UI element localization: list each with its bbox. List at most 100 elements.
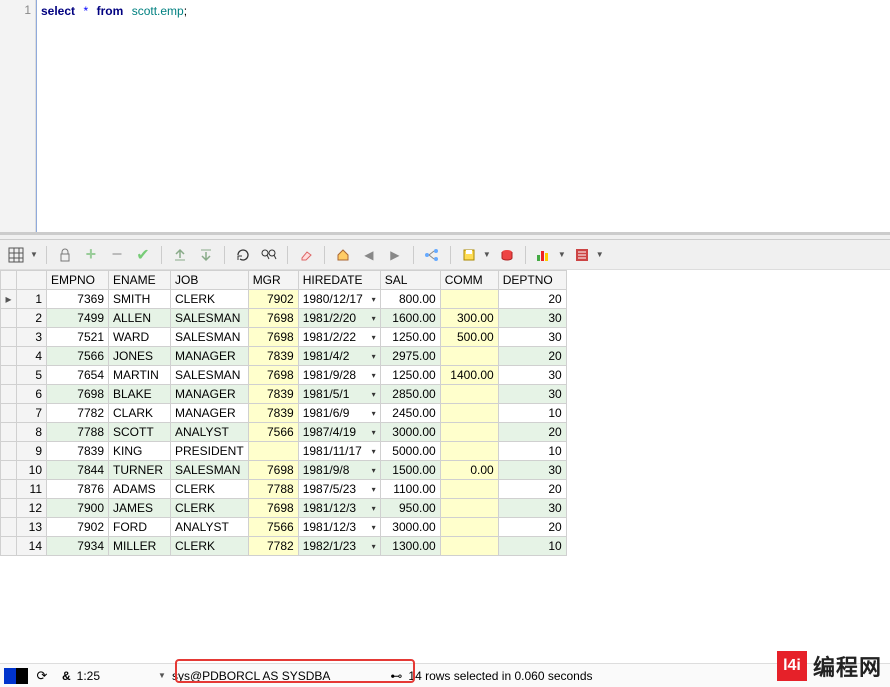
cell-mgr[interactable]	[248, 442, 298, 461]
cell-deptno[interactable]: 20	[498, 518, 566, 537]
cell-mgr[interactable]: 7782	[248, 537, 298, 556]
cell-job[interactable]: CLERK	[171, 480, 249, 499]
column-resize-handle[interactable]	[244, 271, 248, 289]
cell-job[interactable]: SALESMAN	[171, 309, 249, 328]
table-row[interactable]: 147934MILLERCLERK77821982/1/23▾1300.0010	[1, 537, 567, 556]
cell-mgr[interactable]: 7788	[248, 480, 298, 499]
cell-comm[interactable]	[440, 404, 498, 423]
row-marker[interactable]: ▸	[1, 290, 17, 309]
cell-job[interactable]: CLERK	[171, 290, 249, 309]
date-dropdown-icon[interactable]: ▾	[370, 352, 376, 361]
column-header-hiredate[interactable]: HIREDATE	[298, 271, 380, 290]
cell-comm[interactable]: 500.00	[440, 328, 498, 347]
cell-sal[interactable]: 2850.00	[380, 385, 440, 404]
cell-deptno[interactable]: 10	[498, 404, 566, 423]
arrow-left-icon[interactable]: ◀	[359, 245, 379, 265]
date-dropdown-icon[interactable]: ▾	[370, 409, 376, 418]
cell-comm[interactable]	[440, 290, 498, 309]
cell-job[interactable]: PRESIDENT	[171, 442, 249, 461]
tree-icon[interactable]	[422, 245, 442, 265]
cell-job[interactable]: MANAGER	[171, 347, 249, 366]
column-header-mgr[interactable]: MGR	[248, 271, 298, 290]
column-header-empno[interactable]: EMPNO	[47, 271, 109, 290]
table-row[interactable]: 137902FORDANALYST75661981/12/3▾3000.0020	[1, 518, 567, 537]
cell-hiredate[interactable]: 1981/5/1▾	[298, 385, 380, 404]
corner-cell[interactable]	[1, 271, 17, 290]
cell-comm[interactable]: 300.00	[440, 309, 498, 328]
dropdown-icon[interactable]: ▼	[158, 671, 166, 680]
results-grid-container[interactable]: EMPNOENAMEJOBMGRHIREDATESALCOMMDEPTNO ▸1…	[0, 270, 890, 663]
row-marker[interactable]	[1, 461, 17, 480]
table-row[interactable]: 117876ADAMSCLERK77881987/5/23▾1100.0020	[1, 480, 567, 499]
post-edits-icon[interactable]	[170, 245, 190, 265]
table-row[interactable]: 47566JONESMANAGER78391981/4/2▾2975.0020	[1, 347, 567, 366]
table-row[interactable]: 57654MARTINSALESMAN76981981/9/28▾1250.00…	[1, 366, 567, 385]
cell-job[interactable]: ANALYST	[171, 423, 249, 442]
cell-sal[interactable]: 3000.00	[380, 423, 440, 442]
erase-icon[interactable]	[296, 245, 316, 265]
column-header-comm[interactable]: COMM	[440, 271, 498, 290]
sql-editor[interactable]: 1 select * from scott.emp;	[0, 0, 890, 234]
cell-sal[interactable]: 1600.00	[380, 309, 440, 328]
date-dropdown-icon[interactable]: ▾	[370, 314, 376, 323]
cell-deptno[interactable]: 10	[498, 442, 566, 461]
lock-icon[interactable]	[55, 245, 75, 265]
rownum-header[interactable]	[17, 271, 47, 290]
cell-empno[interactable]: 7900	[47, 499, 109, 518]
column-header-sal[interactable]: SAL	[380, 271, 440, 290]
cell-job[interactable]: MANAGER	[171, 404, 249, 423]
column-header-job[interactable]: JOB	[171, 271, 249, 290]
cell-comm[interactable]	[440, 423, 498, 442]
cell-hiredate[interactable]: 1981/2/20▾	[298, 309, 380, 328]
column-header-ename[interactable]: ENAME	[109, 271, 171, 290]
code-area[interactable]: select * from scott.emp;	[36, 0, 890, 232]
cell-sal[interactable]: 1250.00	[380, 328, 440, 347]
cell-deptno[interactable]: 30	[498, 499, 566, 518]
cell-mgr[interactable]: 7698	[248, 366, 298, 385]
row-number[interactable]: 8	[17, 423, 47, 442]
cell-hiredate[interactable]: 1982/1/23▾	[298, 537, 380, 556]
cell-deptno[interactable]: 30	[498, 385, 566, 404]
cell-hiredate[interactable]: 1981/11/17▾	[298, 442, 380, 461]
row-number[interactable]: 10	[17, 461, 47, 480]
date-dropdown-icon[interactable]: ▾	[370, 295, 376, 304]
date-dropdown-icon[interactable]: ▾	[370, 447, 376, 456]
row-marker[interactable]	[1, 404, 17, 423]
row-marker[interactable]	[1, 442, 17, 461]
table-row[interactable]: 37521WARDSALESMAN76981981/2/22▾1250.0050…	[1, 328, 567, 347]
cell-sal[interactable]: 2450.00	[380, 404, 440, 423]
cell-ename[interactable]: SMITH	[109, 290, 171, 309]
cell-ename[interactable]: JAMES	[109, 499, 171, 518]
cell-job[interactable]: SALESMAN	[171, 366, 249, 385]
cell-comm[interactable]	[440, 499, 498, 518]
cell-mgr[interactable]: 7902	[248, 290, 298, 309]
cell-empno[interactable]: 7902	[47, 518, 109, 537]
chart-icon[interactable]	[534, 245, 554, 265]
home-icon[interactable]	[333, 245, 353, 265]
cell-sal[interactable]: 1500.00	[380, 461, 440, 480]
row-marker[interactable]	[1, 328, 17, 347]
row-number[interactable]: 6	[17, 385, 47, 404]
table-row[interactable]: 127900JAMESCLERK76981981/12/3▾950.0030	[1, 499, 567, 518]
cell-job[interactable]: SALESMAN	[171, 328, 249, 347]
cell-comm[interactable]: 1400.00	[440, 366, 498, 385]
column-resize-handle[interactable]	[436, 271, 440, 289]
table-row[interactable]: 67698BLAKEMANAGER78391981/5/1▾2850.0030	[1, 385, 567, 404]
grid-icon[interactable]	[6, 245, 26, 265]
table-row[interactable]: 87788SCOTTANALYST75661987/4/19▾3000.0020	[1, 423, 567, 442]
row-number[interactable]: 7	[17, 404, 47, 423]
date-dropdown-icon[interactable]: ▾	[370, 466, 376, 475]
cell-mgr[interactable]: 7698	[248, 309, 298, 328]
row-number[interactable]: 1	[17, 290, 47, 309]
row-marker[interactable]	[1, 423, 17, 442]
cell-mgr[interactable]: 7566	[248, 518, 298, 537]
cell-deptno[interactable]: 20	[498, 423, 566, 442]
dropdown-icon[interactable]: ▼	[596, 250, 604, 259]
cell-empno[interactable]: 7876	[47, 480, 109, 499]
row-number[interactable]: 9	[17, 442, 47, 461]
date-dropdown-icon[interactable]: ▾	[370, 542, 376, 551]
cell-mgr[interactable]: 7698	[248, 499, 298, 518]
dropdown-icon[interactable]: ▼	[558, 250, 566, 259]
cell-empno[interactable]: 7654	[47, 366, 109, 385]
date-dropdown-icon[interactable]: ▾	[370, 333, 376, 342]
